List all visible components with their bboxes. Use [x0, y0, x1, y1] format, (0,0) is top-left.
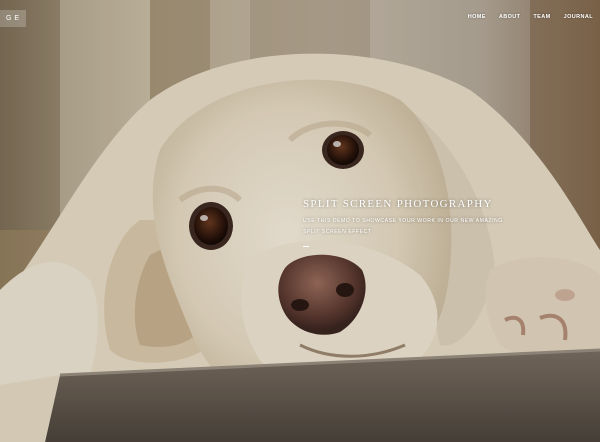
hero-title: SPLIT SCREEN PHOTOGRAPHY — [303, 198, 493, 210]
nav-item-about[interactable]: ABOUT — [499, 14, 521, 20]
nav-item-journal[interactable]: JOURNAL — [564, 14, 593, 20]
site-logo[interactable]: GE — [0, 10, 26, 27]
hero-caption: SPLIT SCREEN PHOTOGRAPHY USE THIS DEMO T… — [303, 198, 513, 247]
hero-section: GE HOME ABOUT TEAM JOURNAL SPLIT SCREEN … — [0, 0, 600, 442]
site-logo-text: GE — [5, 15, 23, 22]
hero-divider — [303, 246, 309, 247]
nav-item-home[interactable]: HOME — [468, 14, 486, 20]
main-nav: HOME ABOUT TEAM JOURNAL — [455, 14, 593, 20]
hero-subtitle: USE THIS DEMO TO SHOWCASE YOUR WORK IN O… — [303, 218, 503, 235]
nav-item-team[interactable]: TEAM — [533, 14, 550, 20]
